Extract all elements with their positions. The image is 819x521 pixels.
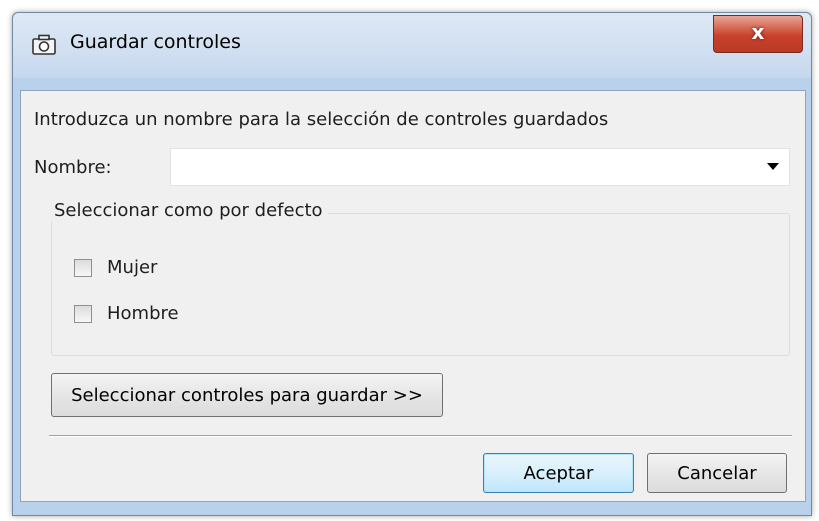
checkbox-hombre-label[interactable]: Hombre <box>107 303 179 324</box>
defaults-group-legend: Seleccionar como por defecto <box>49 200 328 221</box>
name-label: Nombre: <box>34 157 112 178</box>
select-controls-button[interactable]: Seleccionar controles para guardar >> <box>51 373 443 417</box>
checkbox-mujer-box[interactable] <box>74 259 92 277</box>
close-button[interactable]: x <box>713 15 803 53</box>
cancel-button[interactable]: Cancelar <box>647 453 787 493</box>
dialog-body: Introduzca un nombre para la selección d… <box>20 90 806 502</box>
dialog-window: Guardar controles x Introduzca un nombre… <box>12 12 812 516</box>
checkbox-mujer-label[interactable]: Mujer <box>107 257 157 278</box>
checkbox-hombre-box[interactable] <box>74 305 92 323</box>
ok-button[interactable]: Aceptar <box>483 453 634 493</box>
title-bar[interactable]: Guardar controles x <box>13 13 811 78</box>
window-title: Guardar controles <box>70 31 241 53</box>
divider <box>49 435 792 437</box>
name-combo-box[interactable] <box>170 148 790 186</box>
close-icon: x <box>751 20 765 44</box>
camera-icon <box>31 33 57 57</box>
defaults-group-box <box>51 213 790 356</box>
instruction-text: Introduzca un nombre para la selección d… <box>34 109 609 130</box>
dropdown-arrow-icon[interactable] <box>767 163 779 170</box>
